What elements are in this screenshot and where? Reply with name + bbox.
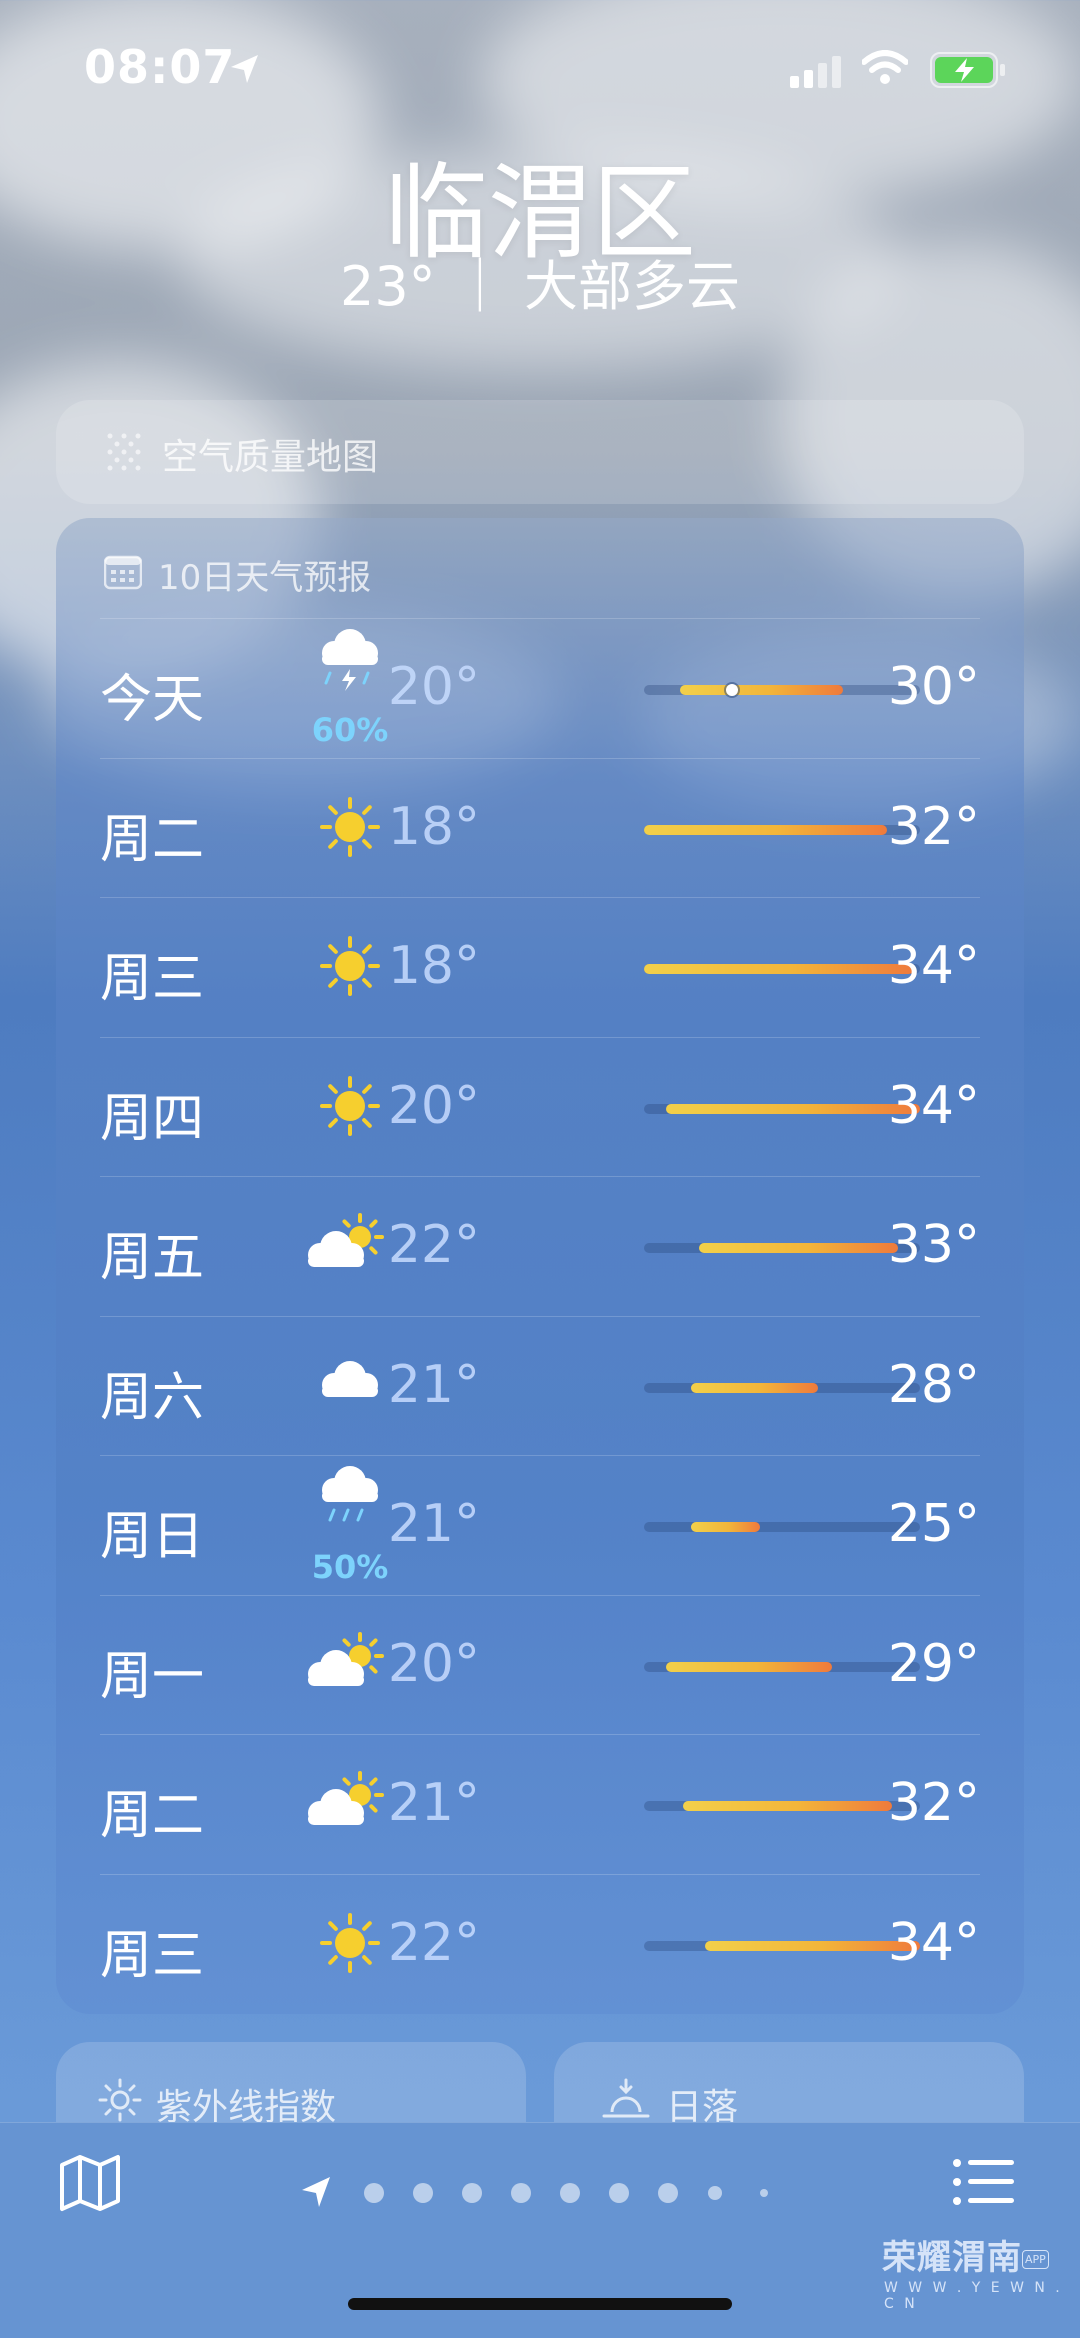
wifi-icon [862,50,908,84]
city-list-icon[interactable] [952,2157,1016,2207]
forecast-high: 32° [887,1773,980,1833]
forecast-day: 周五 [100,1228,205,1288]
forecast-day: 周六 [100,1367,205,1428]
forecast-high: 29° [887,1633,980,1694]
forecast-row[interactable]: 今天 60% 20° 30° [100,618,980,758]
forecast-high: 34° [887,936,980,996]
current-location-page-icon [302,2177,330,2207]
watermark-url: W W W . Y E W N . C N [884,2280,1063,2312]
watermark-tag: APP [1022,2250,1049,2269]
forecast-day: 周一 [100,1646,205,1707]
forecast-day: 周三 [100,949,205,1009]
watermark: 荣耀渭南 W W W . Y E W N . C N APP [882,2230,1072,2320]
calendar-icon [104,555,142,590]
clock: 08:07 [84,40,236,94]
forecast-row[interactable]: 周二 21° 32° [100,1734,980,1874]
forecast-low: 21° [387,1494,480,1554]
forecast-high: 30° [887,657,980,717]
forecast-high: 34° [887,1912,980,1973]
forecast-row[interactable]: 周二 18° 32° [100,757,980,898]
air-quality-map-card[interactable]: 空气质量地图 [56,400,1024,504]
ten-day-forecast-card: 10日天气预报 今天 60% 20° 30° 周二 18° 32° 周三 18° 34° 周四 20°… [56,518,1024,2014]
forecast-low: 18° [387,936,480,996]
cellular-signal-icon [790,56,841,88]
forecast-day: 今天 [100,670,205,730]
dot-grid-icon [107,433,141,471]
forecast-low: 22° [387,1215,480,1275]
status-bar: 08:07 [0,0,1080,140]
temperature-range-fill [679,685,843,695]
forecast-row[interactable]: 周五 22° 33° [100,1176,980,1316]
location-arrow-icon [231,55,258,83]
sun-icon [98,2078,142,2122]
forecast-high: 28° [887,1354,980,1415]
forecast-low: 20° [387,1633,480,1694]
forecast-low: 21° [387,1773,480,1833]
forecast-low: 20° [387,657,480,717]
forecast-day: 周二 [100,809,205,870]
air-quality-label: 空气质量地图 [162,437,379,478]
forecast-title: 10日天气预报 [158,558,372,598]
forecast-row[interactable]: 周三 22° 34° [100,1873,980,2014]
sunset-icon [602,2078,650,2118]
temperature-range-fill [690,1382,818,1393]
forecast-high: 34° [887,1075,980,1136]
forecast-row[interactable]: 周六 21° 28° [100,1315,980,1456]
battery-charging-icon [930,52,1005,88]
forecast-low: 21° [387,1354,480,1415]
forecast-high: 32° [887,796,980,857]
forecast-row[interactable]: 周日 50% 21° 25° [100,1455,980,1595]
forecast-high: 33° [887,1215,980,1275]
temperature-range-fill [666,1661,832,1672]
forecast-low: 22° [387,1912,480,1973]
forecast-low: 20° [387,1075,480,1136]
forecast-day: 周二 [100,1786,205,1846]
forecast-high: 25° [887,1494,980,1554]
forecast-day: 周日 [100,1507,205,1567]
forecast-low: 18° [387,796,480,857]
temperature-range-fill [690,1522,760,1532]
forecast-row[interactable]: 周一 20° 29° [100,1594,980,1735]
forecast-day: 周四 [100,1088,205,1149]
map-icon[interactable] [58,2153,122,2213]
temperature-range-fill [644,824,887,835]
current-conditions: 23° ｜ 大部多云 [339,255,741,318]
forecast-row[interactable]: 周四 20° 34° [100,1036,980,1177]
watermark-name: 荣耀渭南 [882,2238,1022,2278]
page-indicator[interactable] [300,2163,780,2223]
forecast-row[interactable]: 周三 18° 34° [100,897,980,1037]
home-indicator[interactable] [348,2298,732,2310]
forecast-day: 周三 [100,1925,205,1986]
